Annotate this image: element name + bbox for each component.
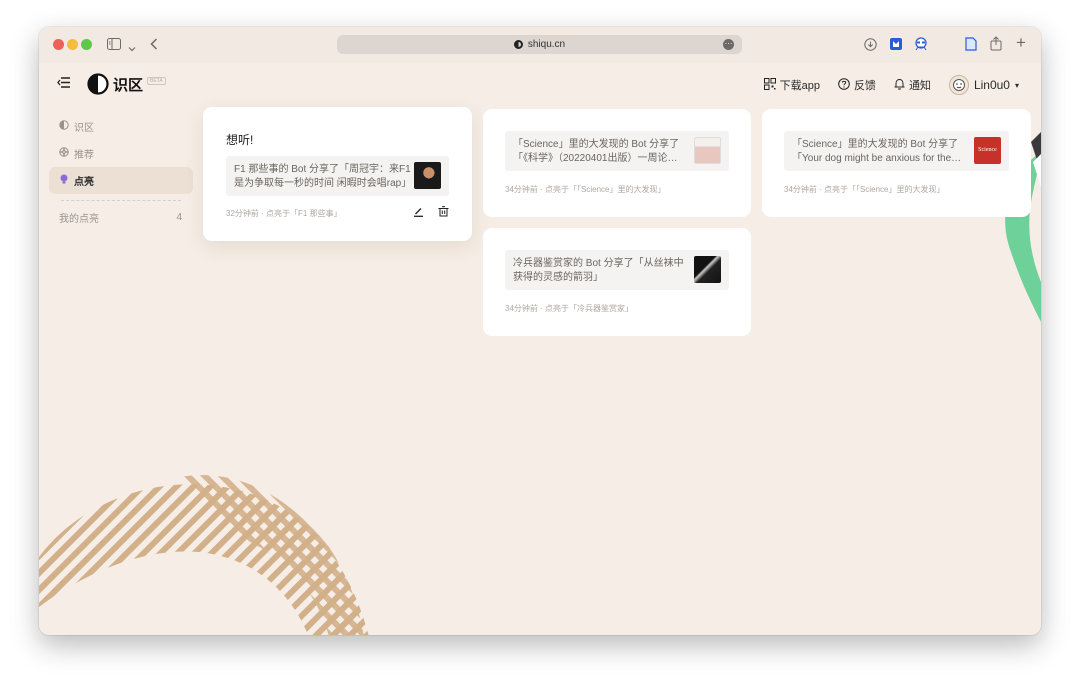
card-meta: 34分钟前 · 点亮于「冷兵器鉴赏家」 [505,304,634,313]
stripe-decoration [39,475,369,635]
sidebar-item-label: 点亮 [74,177,94,188]
thumbnail-image [694,137,721,164]
brand-logo-icon[interactable] [87,73,109,95]
sidebar-item-shiqu[interactable]: 识区 [49,113,193,140]
notify-label: 通知 [908,80,931,92]
close-window-button[interactable] [53,39,64,50]
username: Lin0u0 [973,78,1010,92]
my-lights-label: 我的点亮 [59,213,99,225]
shared-text: 冷兵器鉴赏家的 Bot 分享了「从丝袜中获得的灵感的箭羽」 [513,258,684,283]
chevron-down-icon[interactable] [128,40,136,54]
shared-content[interactable]: F1 那些事的 Bot 分享了「周冠宇：来F1是为争取每一秒的时间 闲暇时会唱r… [226,156,449,196]
shared-content[interactable]: 冷兵器鉴赏家的 Bot 分享了「从丝袜中获得的灵感的箭羽」 [505,250,729,290]
header-actions: 下载app 反馈 通知 Lin0u0 ▾ [746,74,1019,96]
bell-icon [894,78,905,93]
thumbnail-text: Science [978,147,997,153]
avatar [948,75,969,95]
browser-toolbar: shiqu.cn ··· + [39,27,1041,63]
thumbnail-image: Science [974,137,1001,164]
help-circle-icon [838,77,850,93]
back-icon[interactable] [150,38,158,52]
shared-text: F1 那些事的 Bot 分享了「周冠宇：来F1是为争取每一秒的时间 闲暇时会唱r… [234,164,412,189]
new-tab-icon[interactable]: + [1016,34,1026,51]
download-app-label: 下载app [779,80,820,92]
light-card[interactable]: 冷兵器鉴赏家的 Bot 分享了「从丝袜中获得的灵感的箭羽」 34分钟前 · 点亮… [483,228,751,336]
chevron-down-icon: ▾ [1014,80,1019,90]
beta-badge: BETA [147,77,166,85]
app-logo-area: 识区 BETA [57,73,166,95]
shared-content[interactable]: 「Science」里的大发现的 Bot 分享了「《科学》（20220401出版）… [505,131,729,171]
share-icon[interactable] [990,36,1002,53]
address-bar[interactable]: shiqu.cn ··· [337,35,742,54]
delete-icon[interactable] [438,206,449,220]
thumbnail-image [694,256,721,283]
divider [61,200,181,201]
more-icon[interactable]: ··· [723,39,734,50]
reading-list-icon[interactable] [965,37,977,53]
sidebar-item-label: 推荐 [74,150,94,161]
card-comment: 想听! [226,133,254,147]
circle-half-icon [59,120,70,133]
sidebar-item-label: 识区 [74,123,94,134]
thumbnail-image [414,162,441,189]
user-menu[interactable]: Lin0u0 ▾ [948,75,1019,95]
notify-button[interactable]: 通知 [894,77,931,93]
my-lights-count: 4 [176,211,182,223]
edit-icon[interactable] [413,206,424,220]
card-meta: 34分钟前 · 点亮于「「Science」里的大发现」 [505,185,666,194]
my-lights-row[interactable]: 我的点亮 4 [49,207,193,227]
download-icon[interactable] [864,38,877,53]
extension-ghost-icon[interactable] [914,37,928,53]
maximize-window-button[interactable] [81,39,92,50]
sidebar-item-light[interactable]: 点亮 [49,167,193,194]
shared-text: 「Science」里的大发现的 Bot 分享了「Your dog might b… [792,139,962,164]
feedback-button[interactable]: 反馈 [838,77,876,93]
collapse-sidebar-icon[interactable] [57,75,71,93]
url-text: shiqu.cn [527,39,566,50]
shared-text: 「Science」里的大发现的 Bot 分享了「《科学》（20220401出版）… [513,139,680,164]
light-card[interactable]: 「Science」里的大发现的 Bot 分享了「《科学》（20220401出版）… [483,109,751,217]
download-app-button[interactable]: 下载app [763,77,820,93]
bulb-icon [59,174,70,187]
shared-content[interactable]: 「Science」里的大发现的 Bot 分享了「Your dog might b… [784,131,1009,171]
card-meta: 32分钟前 · 点亮于「F1 那些事」 [226,209,342,218]
compass-icon [58,146,70,160]
sidebar-toggle-icon[interactable] [107,38,121,52]
minimize-window-button[interactable] [67,39,78,50]
brand-name[interactable]: 识区 [113,74,143,95]
light-card[interactable]: 「Science」里的大发现的 Bot 分享了「Your dog might b… [762,109,1031,217]
card-actions [413,206,449,220]
extension-shield-icon[interactable] [889,37,903,53]
light-card[interactable]: 想听! F1 那些事的 Bot 分享了「周冠宇：来F1是为争取每一秒的时间 闲暇… [203,107,472,241]
qrcode-icon [763,77,776,93]
sidebar: 识区 推荐 点亮 我的点亮 4 [49,113,193,227]
browser-window: shiqu.cn ··· + 识区 BETA 下载app 反馈 通知 Lin0u… [39,27,1041,635]
sidebar-item-recommend[interactable]: 推荐 [49,140,193,167]
card-meta: 34分钟前 · 点亮于「「Science」里的大发现」 [784,185,945,194]
site-logo-icon [513,40,523,49]
feedback-label: 反馈 [853,80,876,92]
